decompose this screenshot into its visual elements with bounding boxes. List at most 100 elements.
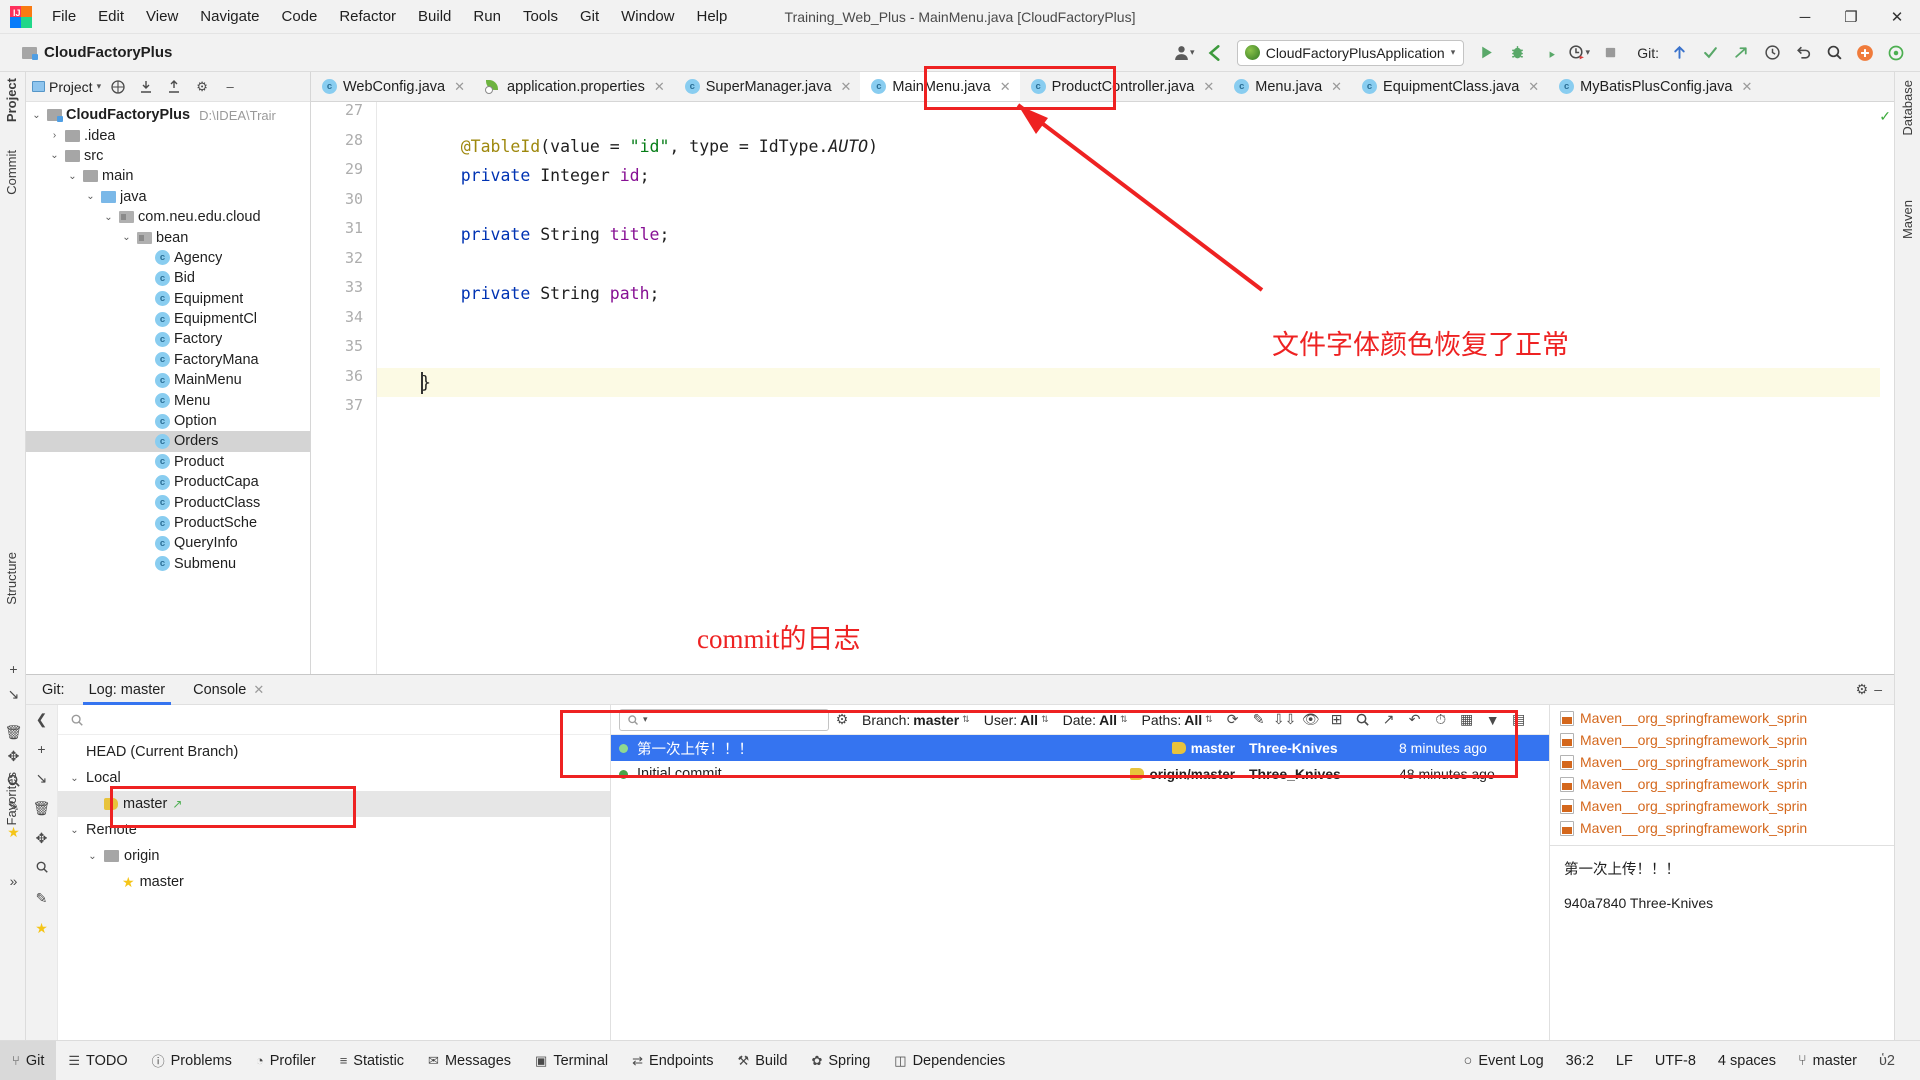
stop-icon[interactable] — [1596, 39, 1624, 67]
menu-window[interactable]: Window — [610, 4, 685, 30]
status-item-spring[interactable]: ✿ Spring — [799, 1041, 882, 1080]
search-icon[interactable] — [5, 772, 22, 789]
filter-paths[interactable]: Paths: All ⇅ — [1135, 712, 1220, 728]
sidebar-item-structure[interactable]: Structure — [4, 552, 19, 605]
code-line[interactable] — [421, 102, 1894, 132]
sidebar-item-maven[interactable]: Maven — [1900, 200, 1915, 239]
status-item-dependencies[interactable]: ◫ Dependencies — [882, 1041, 1017, 1080]
editor-scrollbar[interactable]: ✓ — [1879, 102, 1894, 674]
project-tree-item[interactable]: c QueryInfo — [26, 533, 310, 553]
chevron-right-icon[interactable]: › — [48, 130, 61, 141]
status-right-item[interactable]: ○ Event Log — [1453, 1053, 1555, 1069]
hide-panel-icon[interactable]: – — [219, 76, 241, 98]
add-icon[interactable]: + — [5, 660, 22, 677]
project-tree-item[interactable]: c ProductSche — [26, 513, 310, 533]
editor-tab[interactable]: c WebConfig.java ✕ — [311, 72, 475, 101]
status-item-build[interactable]: ⚒ Build — [726, 1041, 800, 1080]
git-branch-row[interactable]: ⌄ origin — [58, 843, 610, 869]
close-icon[interactable]: ✕ — [841, 79, 852, 95]
back-arrow-icon[interactable] — [1201, 39, 1229, 67]
editor-code-content[interactable]: @TableId(value = "id", type = IdType.AUT… — [377, 102, 1894, 674]
project-tree-item[interactable]: c EquipmentCl — [26, 309, 310, 329]
sidebar-item-database[interactable]: Database — [1900, 80, 1915, 136]
changed-file-row[interactable]: Maven__org_springframework_sprin — [1550, 729, 1894, 751]
close-icon[interactable]: ✕ — [1203, 79, 1214, 95]
git-branch-row[interactable]: HEAD (Current Branch) — [58, 739, 610, 765]
close-icon[interactable]: ✕ — [1331, 79, 1342, 95]
checkout-icon[interactable]: ↘ — [5, 686, 22, 703]
status-right-item[interactable]: UTF-8 — [1644, 1053, 1707, 1069]
project-tree-item[interactable]: ⌄ bean — [26, 227, 310, 247]
code-editor[interactable]: 27 28 29 30 31 32 33 34 35 36 37 @TableId(value = … — [311, 101, 1894, 674]
project-tree-item[interactable]: c Factory — [26, 329, 310, 349]
status-item-terminal[interactable]: ▣ Terminal — [523, 1041, 620, 1080]
changed-file-row[interactable]: Maven__org_springframework_sprin — [1550, 707, 1894, 729]
project-tree-item[interactable]: c FactoryMana — [26, 350, 310, 370]
user-icon[interactable]: ▾ — [1170, 39, 1198, 67]
commit-search-icon[interactable] — [1350, 707, 1376, 733]
git-branch-row[interactable]: ⌄ Remote — [58, 817, 610, 843]
editor-tab[interactable]: c EquipmentClass.java ✕ — [1351, 72, 1549, 101]
filter-date[interactable]: Date: All ⇅ — [1056, 712, 1135, 728]
debug-icon[interactable] — [1503, 39, 1531, 67]
profiler-icon[interactable]: ▾ — [1565, 39, 1593, 67]
code-line[interactable]: private Integer id; — [421, 161, 1894, 191]
project-tree-item[interactable]: c Submenu — [26, 554, 310, 574]
grid-icon[interactable]: ▦ — [1454, 707, 1480, 733]
favorite-branch-icon[interactable]: ★ — [35, 920, 48, 937]
highlight-icon[interactable]: ✎ — [1246, 707, 1272, 733]
project-tree-item[interactable]: c Agency — [26, 248, 310, 268]
run-coverage-icon[interactable] — [1534, 39, 1562, 67]
status-right-item[interactable]: ⑂ master — [1787, 1053, 1868, 1069]
delete-branch-icon[interactable]: 🗑 — [33, 800, 51, 817]
move-branch-icon[interactable]: ✥ — [36, 830, 48, 847]
settings-icon[interactable] — [1882, 39, 1910, 67]
breadcrumb[interactable]: CloudFactoryPlus — [22, 44, 172, 61]
chevron-down-icon[interactable]: ⌄ — [84, 191, 97, 202]
project-tree-item[interactable]: c Product — [26, 452, 310, 472]
collapse-branches-icon[interactable]: ❮ — [36, 711, 48, 728]
commit-filter-settings-icon[interactable]: ⚙ — [829, 707, 855, 733]
menu-edit[interactable]: Edit — [87, 4, 135, 30]
git-branch-row[interactable]: ⌄ Local — [58, 765, 610, 791]
project-tree-item[interactable]: c ProductCapa — [26, 472, 310, 492]
chevron-down-icon[interactable]: ⌄ — [120, 232, 133, 243]
close-button[interactable]: ✕ — [1874, 0, 1920, 34]
tab-console[interactable]: Console ✕ — [179, 675, 278, 705]
project-tree-item[interactable]: ⌄ src — [26, 146, 310, 166]
project-tree-item[interactable]: c ProductClass — [26, 492, 310, 512]
status-item-profiler[interactable]: ◔ Profiler — [244, 1041, 328, 1080]
changed-file-row[interactable]: Maven__org_springframework_sprin — [1550, 839, 1894, 841]
code-line[interactable] — [421, 191, 1894, 221]
go-to-icon[interactable]: ↗ — [1376, 707, 1402, 733]
project-panel-title[interactable]: Project ▾ — [32, 79, 101, 95]
expand-commit-icon[interactable]: ⊞ — [1324, 707, 1350, 733]
project-tree-item[interactable]: › .idea — [26, 125, 310, 145]
editor-tab[interactable]: c Menu.java ✕ — [1223, 72, 1352, 101]
project-tree-item[interactable]: c Bid — [26, 268, 310, 288]
menu-run[interactable]: Run — [462, 4, 512, 30]
git-branch-row[interactable]: ★ master — [58, 869, 610, 895]
project-tree-item[interactable]: c MainMenu — [26, 370, 310, 390]
collapse-all-icon[interactable] — [163, 76, 185, 98]
menu-tools[interactable]: Tools — [512, 4, 569, 30]
status-right-item[interactable]: ὑ2 — [1868, 1053, 1906, 1069]
status-item-todo[interactable]: ☰ TODO — [56, 1041, 139, 1080]
close-icon[interactable]: ✕ — [253, 682, 264, 698]
sidebar-item-commit[interactable]: Commit — [4, 150, 19, 195]
history-icon[interactable] — [1758, 39, 1786, 67]
git-push-icon[interactable] — [1727, 39, 1755, 67]
add-branch-icon[interactable]: + — [37, 741, 45, 757]
git-update-icon[interactable] — [1665, 39, 1693, 67]
changed-file-row[interactable]: Maven__org_springframework_sprin — [1550, 795, 1894, 817]
filter-icon[interactable]: ▼ — [1480, 707, 1506, 733]
git-commit-row[interactable]: Initial commit origin/master Three_Knives 4… — [611, 761, 1549, 787]
code-line[interactable] — [421, 309, 1894, 339]
code-line[interactable]: @TableId(value = "id", type = IdType.AUT… — [421, 132, 1894, 162]
filter-branch[interactable]: Branch: master ⇅ — [855, 712, 977, 728]
code-line[interactable] — [421, 338, 1894, 368]
status-item-statistic[interactable]: ≡ Statistic — [328, 1041, 416, 1080]
code-line[interactable] — [421, 397, 1894, 427]
git-panel-hide-icon[interactable]: – — [1874, 681, 1882, 698]
chevron-down-icon[interactable]: ⌄ — [30, 110, 43, 121]
